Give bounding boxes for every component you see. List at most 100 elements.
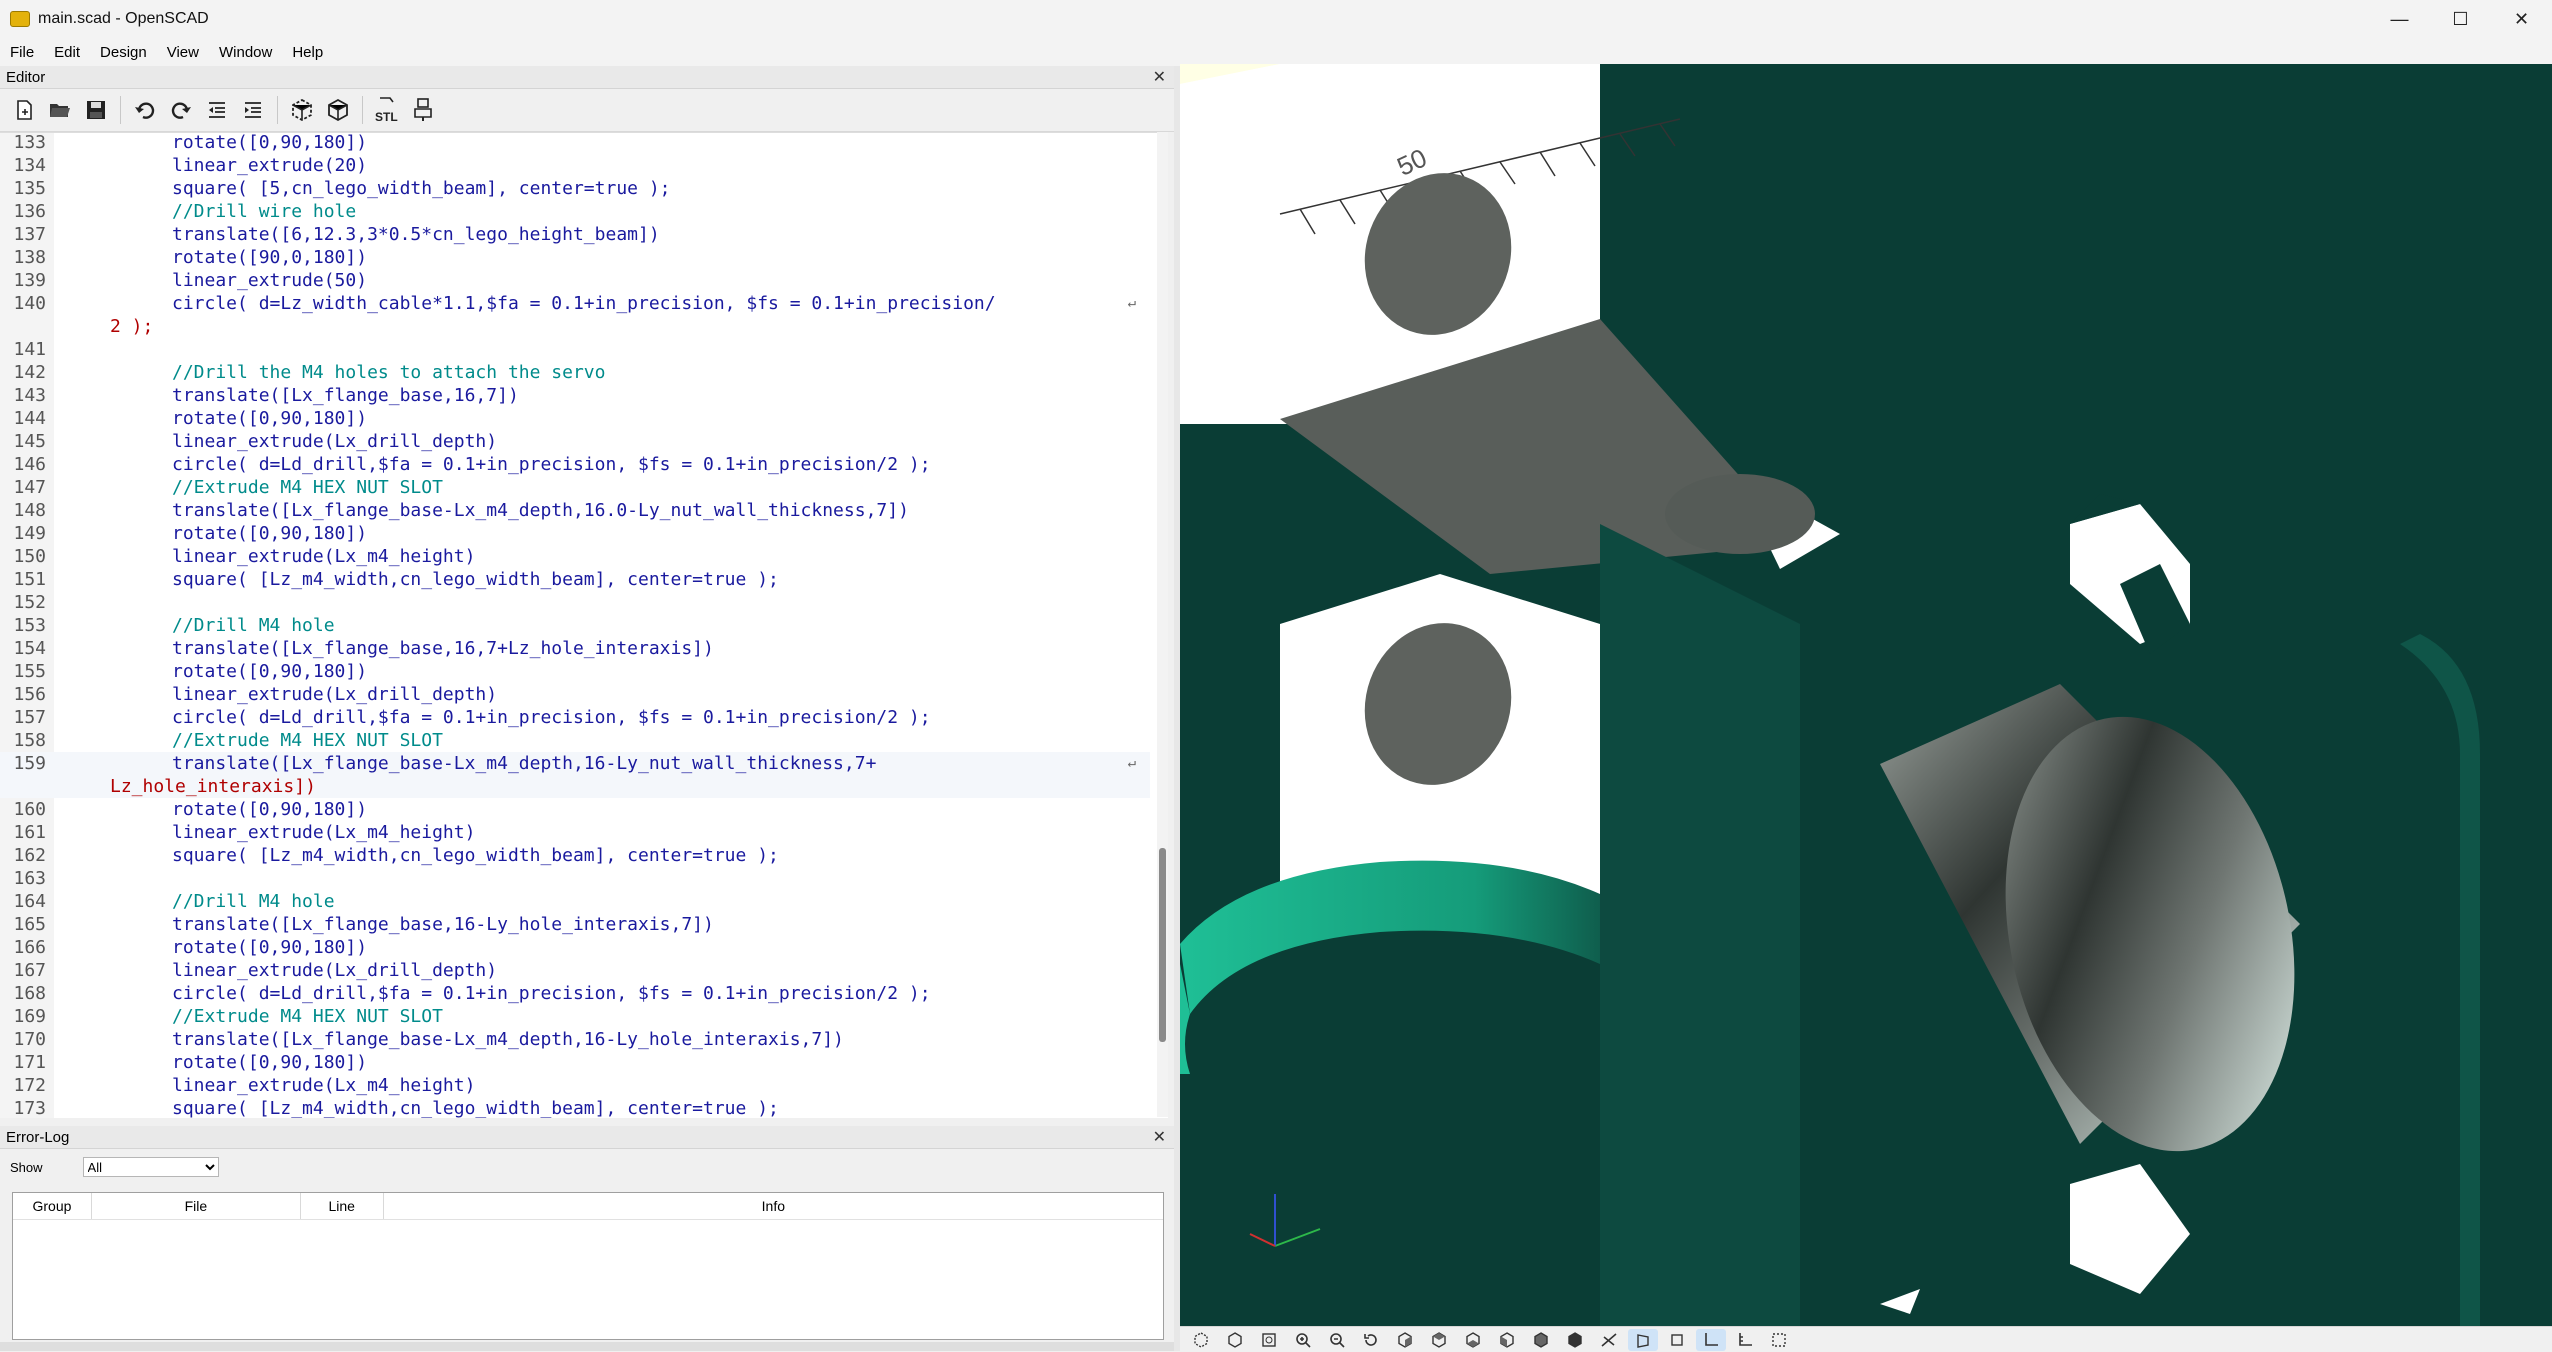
open-file-icon[interactable] [44,94,76,126]
orthogonal-icon[interactable] [1662,1329,1692,1351]
code-line[interactable]: 144 rotate([0,90,180]) [0,407,1150,430]
redo-icon[interactable] [165,94,197,126]
show-axes-icon[interactable] [1696,1328,1726,1351]
render-view-icon[interactable] [1220,1329,1250,1351]
code-line[interactable]: 154 translate([Lx_flange_base,16,7+Lz_hol… [0,637,1150,660]
preview-icon[interactable] [286,94,318,126]
code-line[interactable]: 157 circle( d=Ld_drill,$fa = 0.1+in_preci… [0,706,1150,729]
code-text: //Drill M4 hole [172,615,335,636]
menu-file[interactable]: File [0,44,44,61]
column-header-info[interactable]: Info [384,1193,1163,1219]
save-icon[interactable] [80,94,112,126]
diagonal-view-icon[interactable] [1594,1329,1624,1351]
undo-icon[interactable] [129,94,161,126]
code-line[interactable]: 167 linear_extrude(Lx_drill_depth) [0,959,1150,982]
code-line[interactable]: 168 circle( d=Ld_drill,$fa = 0.1+in_preci… [0,982,1150,1005]
code-line[interactable]: 173 square( [Lz_m4_width,cn_lego_width_be… [0,1097,1150,1118]
code-line[interactable]: 169 //Extrude M4 HEX NUT SLOT [0,1005,1150,1028]
code-line[interactable]: 162 square( [Lz_m4_width,cn_lego_width_be… [0,844,1150,867]
code-text: rotate([0,90,180]) [172,937,368,958]
line-number: 172 [13,1075,46,1096]
view-top-icon[interactable] [1424,1329,1454,1351]
code-line[interactable]: 158 //Extrude M4 HEX NUT SLOT [0,729,1150,752]
view-front-icon[interactable] [1526,1329,1556,1351]
code-line[interactable]: 140 circle( d=Lz_width_cable*1.1,$fa = 0.… [0,292,1150,315]
view-back-icon[interactable] [1560,1329,1590,1351]
code-line[interactable]: 161 linear_extrude(Lx_m4_height) [0,821,1150,844]
view-left-icon[interactable] [1492,1329,1522,1351]
dock-tab-strip[interactable] [0,1342,1174,1351]
zoom-in-icon[interactable] [1288,1329,1318,1351]
show-edges-icon[interactable] [1764,1329,1794,1351]
show-label: Show [10,1159,43,1175]
view-right-icon[interactable] [1390,1329,1420,1351]
indent-icon[interactable] [237,94,269,126]
show-filter-select[interactable]: All [82,1157,219,1177]
code-line[interactable]: 143 translate([Lx_flange_base,16,7]) [0,384,1150,407]
render-icon[interactable] [322,94,354,126]
view-bottom-icon[interactable] [1458,1329,1488,1351]
code-line[interactable]: 155 rotate([0,90,180]) [0,660,1150,683]
view-all-icon[interactable] [1254,1329,1284,1351]
code-line[interactable]: 137 translate([6,12.3,3*0.5*cn_lego_heigh… [0,223,1150,246]
code-line[interactable]: 135 square( [5,cn_lego_width_beam], cente… [0,177,1150,200]
code-line[interactable]: 2 ); [0,315,1150,338]
code-line[interactable]: 165 translate([Lx_flange_base,16-Ly_hole_… [0,913,1150,936]
line-number: 141 [13,339,46,360]
code-line[interactable]: 152 [0,591,1150,614]
menu-help[interactable]: Help [282,44,333,61]
code-line[interactable]: 142 //Drill the M4 holes to attach the se… [0,361,1150,384]
code-line[interactable]: 139 linear_extrude(50) [0,269,1150,292]
editor-vertical-scrollbar[interactable] [1157,132,1168,1117]
code-line[interactable]: 133 rotate([0,90,180]) [0,133,1150,154]
code-line[interactable]: 171 rotate([0,90,180]) [0,1051,1150,1074]
menu-design[interactable]: Design [90,44,157,61]
minimize-button[interactable]: — [2369,0,2430,38]
code-line[interactable]: 159 translate([Lx_flange_base-Lx_m4_depth… [0,752,1150,775]
error-log-close-button[interactable]: ✕ [1153,1127,1166,1147]
unindent-icon[interactable] [201,94,233,126]
maximize-button[interactable]: ☐ [2430,0,2491,38]
code-line[interactable]: 156 linear_extrude(Lx_drill_depth) [0,683,1150,706]
code-line[interactable]: 148 translate([Lx_flange_base-Lx_m4_depth… [0,499,1150,522]
menu-view[interactable]: View [157,44,209,61]
column-header-file[interactable]: File [92,1193,301,1219]
code-line[interactable]: 170 translate([Lx_flange_base-Lx_m4_depth… [0,1028,1150,1051]
perspective-icon[interactable] [1628,1328,1658,1351]
code-line[interactable]: 145 linear_extrude(Lx_drill_depth) [0,430,1150,453]
reset-view-icon[interactable] [1356,1329,1386,1351]
code-line[interactable]: 151 square( [Lz_m4_width,cn_lego_width_be… [0,568,1150,591]
code-line[interactable]: 141 [0,338,1150,361]
code-editor[interactable]: 133 rotate([0,90,180]) 134 linear_extrude(2… [0,132,1168,1118]
code-line[interactable]: 134 linear_extrude(20) [0,154,1150,177]
editor-close-button[interactable]: ✕ [1153,67,1166,87]
show-scale-icon[interactable] [1730,1329,1760,1351]
export-stl-icon[interactable]: STL [371,94,403,126]
code-line[interactable]: 146 circle( d=Ld_drill,$fa = 0.1+in_preci… [0,453,1150,476]
zoom-out-icon[interactable] [1322,1329,1352,1351]
menu-window[interactable]: Window [209,44,282,61]
code-line[interactable]: 147 //Extrude M4 HEX NUT SLOT [0,476,1150,499]
code-line[interactable]: 149 rotate([0,90,180]) [0,522,1150,545]
code-line[interactable]: 164 //Drill M4 hole [0,890,1150,913]
line-number: 159 [13,753,46,774]
code-line[interactable]: 166 rotate([0,90,180]) [0,936,1150,959]
code-line[interactable]: 153 //Drill M4 hole [0,614,1150,637]
3d-viewport[interactable]: 50 [1180,64,2552,1326]
code-line[interactable]: 150 linear_extrude(Lx_m4_height) [0,545,1150,568]
code-line[interactable]: 172 linear_extrude(Lx_m4_height) [0,1074,1150,1097]
column-header-line[interactable]: Line [301,1193,384,1219]
code-text: square( [5,cn_lego_width_beam], center=t… [172,178,671,199]
code-line[interactable]: Lz_hole_interaxis]) [0,775,1150,798]
editor-scroll-thumb[interactable] [1159,848,1166,1042]
new-file-icon[interactable] [8,94,40,126]
code-line[interactable]: 138 rotate([90,0,180]) [0,246,1150,269]
menu-edit[interactable]: Edit [44,44,90,61]
close-button[interactable]: ✕ [2491,0,2552,38]
send-to-print-icon[interactable] [407,94,439,126]
column-header-group[interactable]: Group [13,1193,92,1219]
preview-view-icon[interactable] [1186,1329,1216,1351]
code-line[interactable]: 136 //Drill wire hole [0,200,1150,223]
code-line[interactable]: 163 [0,867,1150,890]
code-line[interactable]: 160 rotate([0,90,180]) [0,798,1150,821]
